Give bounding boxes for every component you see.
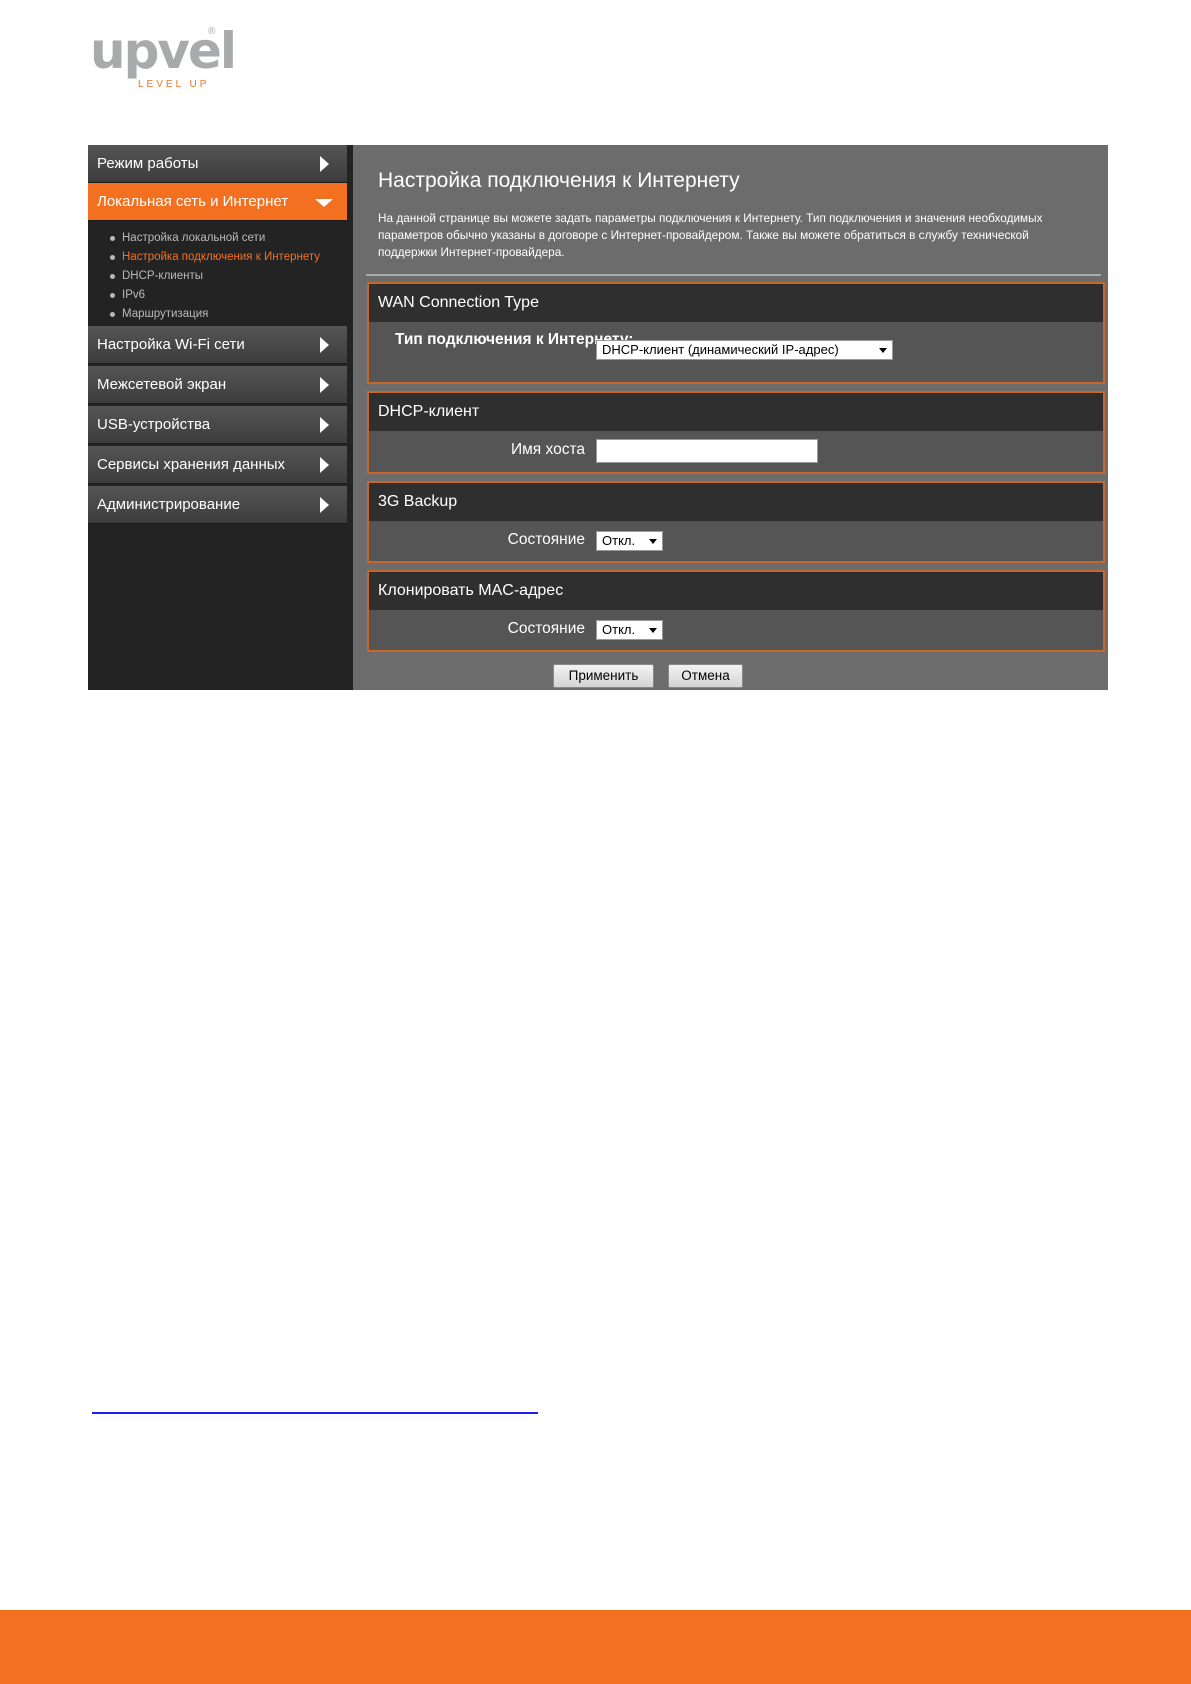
apply-button[interactable]: Применить (553, 664, 654, 688)
sidebar-item-firewall[interactable]: Межсетевой экран (88, 366, 347, 404)
bullet-icon (110, 236, 115, 241)
sidebar-item-label: USB-устройства (97, 416, 211, 433)
submenu-item-dhcp-clients[interactable]: DHCP-клиенты (88, 267, 347, 286)
hostname-input[interactable] (596, 439, 818, 463)
select-value: Откл. (602, 533, 636, 548)
chevron-down-icon (315, 199, 333, 207)
dropdown-arrow-icon (649, 539, 657, 544)
cancel-button[interactable]: Отмена (668, 664, 743, 688)
sidebar-item-operation-mode[interactable]: Режим работы (88, 145, 347, 183)
sidebar-item-label: Межсетевой экран (97, 376, 227, 393)
clone-mac-section: Клонировать MAC-адрес Состояние Откл. (367, 570, 1105, 652)
sidebar-item-label: Настройка Wi-Fi сети (97, 336, 245, 353)
page-title: Настройка подключения к Интернету (378, 169, 740, 192)
clone-status-select[interactable]: Откл. (596, 620, 663, 640)
dhcp-client-section: DHCP-клиент Имя хоста (367, 391, 1105, 474)
submenu-item-label: Настройка подключения к Интернету (122, 251, 320, 263)
sidebar-item-lan-internet[interactable]: Локальная сеть и Интернет (88, 183, 347, 221)
submenu-item-label: DHCP-клиенты (122, 270, 203, 282)
submenu-item-lan-settings[interactable]: Настройка локальной сети (88, 229, 347, 248)
page-description: На данной странице вы можете задать пара… (378, 211, 1043, 259)
upvel-logo: upvel ® LEVEL UP (90, 24, 237, 90)
submenu-item-label: Маршрутизация (122, 308, 209, 320)
sidebar: Режим работы Локальная сеть и Интернет Н… (88, 145, 353, 690)
registered-mark: ® (208, 26, 216, 37)
submenu-item-ipv6[interactable]: IPv6 (88, 286, 347, 305)
sidebar-item-label: Режим работы (97, 155, 199, 172)
chevron-right-icon (320, 377, 329, 393)
hostname-label: Имя хоста (511, 441, 585, 458)
header-divider (366, 274, 1101, 276)
section-title: Клонировать MAC-адрес (369, 572, 1103, 610)
sidebar-item-label: Администрирование (97, 496, 241, 513)
select-value: Откл. (602, 622, 636, 637)
chevron-right-icon (320, 337, 329, 353)
dropdown-arrow-icon (879, 348, 887, 353)
hyperlink-underline (92, 1412, 538, 1414)
sidebar-submenu: Настройка локальной сети Настройка подкл… (88, 229, 347, 324)
bullet-icon (110, 255, 115, 260)
chevron-right-icon (320, 457, 329, 473)
submenu-item-label: IPv6 (122, 289, 146, 301)
section-title: 3G Backup (369, 483, 1103, 521)
backup-3g-section: 3G Backup Состояние Откл. (367, 481, 1105, 563)
section-title: DHCP-клиент (369, 393, 1103, 431)
backup-status-label: Состояние (507, 531, 585, 548)
router-ui-screenshot: Режим работы Локальная сеть и Интернет Н… (88, 145, 1108, 690)
bullet-icon (110, 293, 115, 298)
sidebar-item-storage[interactable]: Сервисы хранения данных (88, 446, 347, 484)
wan-connection-section: WAN Connection Type Тип подключения к Ин… (367, 282, 1105, 384)
main-content: Настройка подключения к Интернету На дан… (353, 145, 1108, 690)
sidebar-item-label: Локальная сеть и Интернет (97, 193, 289, 210)
sidebar-item-administration[interactable]: Администрирование (88, 486, 347, 524)
section-title: WAN Connection Type (369, 284, 1103, 322)
submenu-item-routing[interactable]: Маршрутизация (88, 305, 347, 324)
bullet-icon (110, 312, 115, 317)
footer-bar (0, 1610, 1191, 1684)
sidebar-item-usb[interactable]: USB-устройства (88, 406, 347, 444)
chevron-right-icon (320, 156, 329, 172)
sidebar-item-wifi[interactable]: Настройка Wi-Fi сети (88, 326, 347, 364)
submenu-item-internet-connection[interactable]: Настройка подключения к Интернету (88, 248, 347, 267)
bullet-icon (110, 274, 115, 279)
clone-status-label: Состояние (507, 620, 585, 637)
submenu-item-label: Настройка локальной сети (122, 232, 266, 244)
connection-type-select[interactable]: DHCP-клиент (динамический IP-адрес) (596, 340, 893, 360)
select-value: DHCP-клиент (динамический IP-адрес) (602, 342, 839, 357)
backup-status-select[interactable]: Откл. (596, 531, 663, 551)
chevron-right-icon (320, 417, 329, 433)
connection-type-label: Тип подключения к Интернету: (395, 331, 634, 348)
dropdown-arrow-icon (649, 628, 657, 633)
chevron-right-icon (320, 497, 329, 513)
page-header: Настройка подключения к Интернету На дан… (353, 145, 1108, 276)
sidebar-item-label: Сервисы хранения данных (97, 456, 286, 473)
logo-tagline: LEVEL UP (138, 79, 210, 90)
